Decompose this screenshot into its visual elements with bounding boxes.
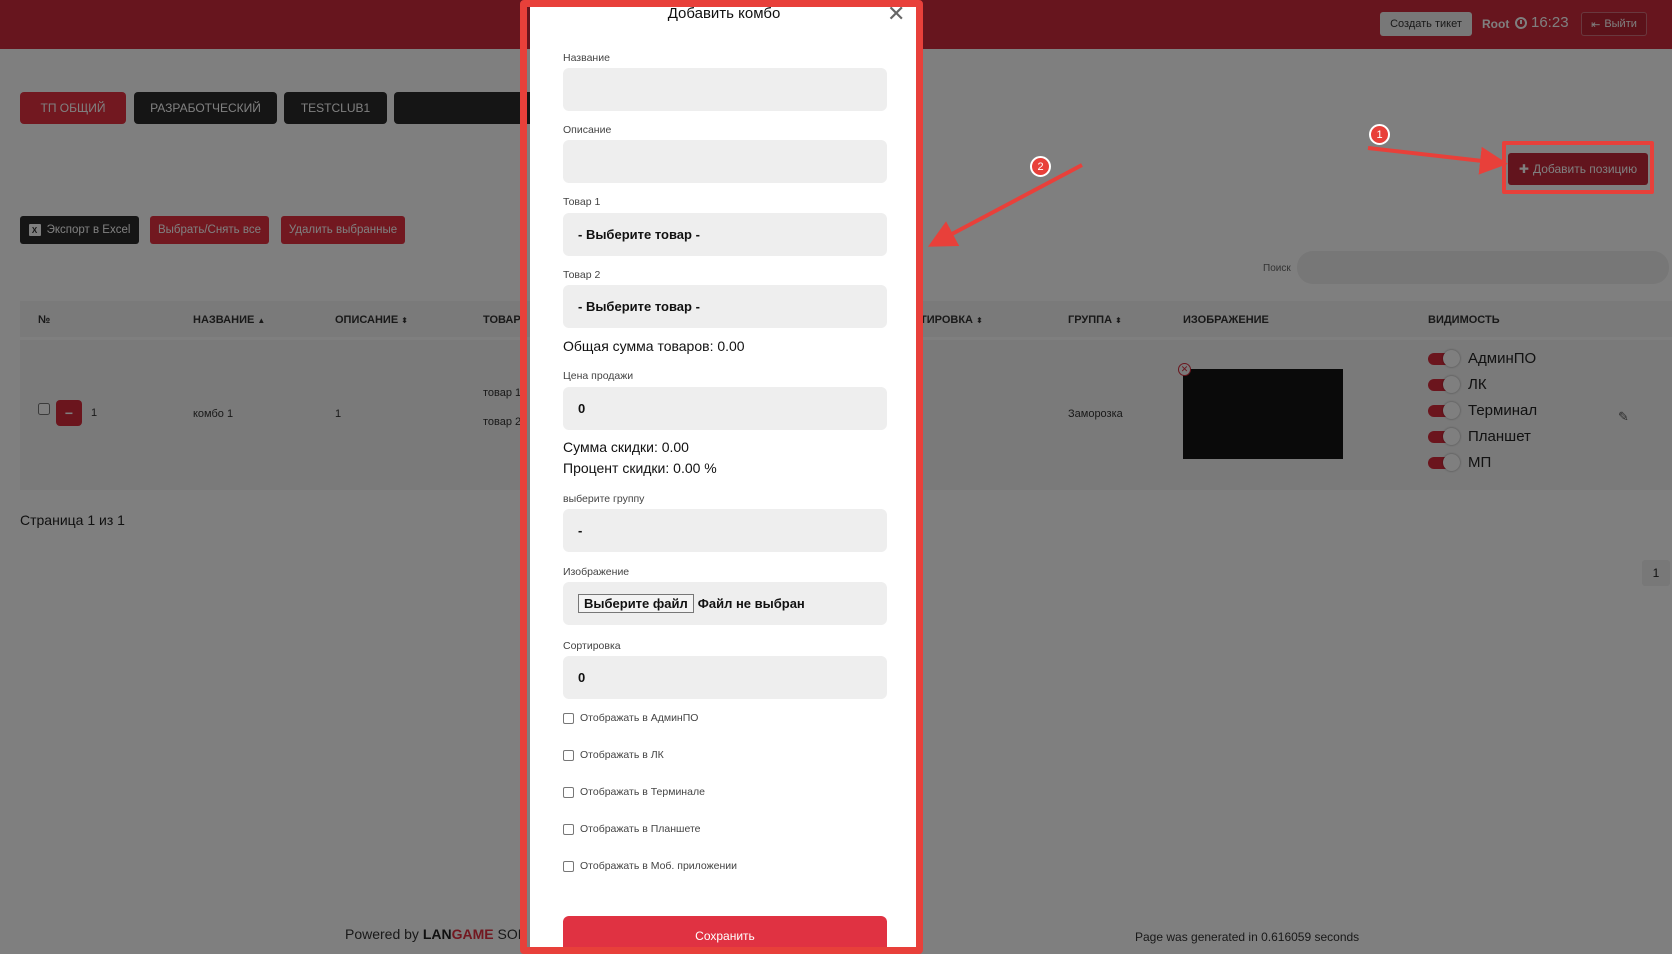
annotation-arrow-2 xyxy=(927,163,1083,247)
annotation-arrows xyxy=(927,146,1508,247)
annotation-arrow-1 xyxy=(1367,146,1508,175)
